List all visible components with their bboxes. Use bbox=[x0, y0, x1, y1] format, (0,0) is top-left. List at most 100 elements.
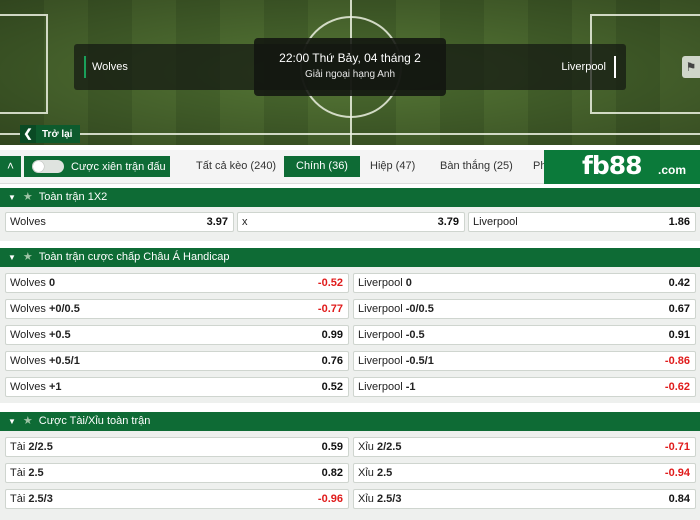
match-datetime: 22:00 Thứ Bảy, 04 tháng 2 bbox=[279, 51, 421, 65]
odds-value: 3.79 bbox=[437, 216, 459, 228]
odds-value: -0.62 bbox=[664, 381, 690, 393]
selection-line: 2.5/3 bbox=[28, 493, 53, 505]
selection-name: Xỉu 2/2.5 bbox=[358, 441, 401, 453]
selection-line: +0.5 bbox=[48, 329, 71, 341]
under-cell[interactable]: Xỉu 2/2.5 -0.71 bbox=[353, 437, 696, 457]
selection-line: -0/0.5 bbox=[405, 303, 434, 315]
selection-line: -0.5 bbox=[405, 329, 425, 341]
selection-line: +0/0.5 bbox=[48, 303, 80, 315]
selection-team: Wolves bbox=[10, 329, 46, 341]
under-cell[interactable]: Xỉu 2.5 -0.94 bbox=[353, 463, 696, 483]
handicap-home-cell[interactable]: Wolves +0.5 0.99 bbox=[5, 325, 349, 345]
selection-line: +0.5/1 bbox=[48, 355, 80, 367]
selection-team: Tài bbox=[10, 441, 26, 453]
selection-line: 0 bbox=[405, 277, 412, 289]
selection-line: 2.5 bbox=[28, 467, 44, 479]
selection-team: Liverpool bbox=[358, 355, 403, 367]
under-cell[interactable]: Xỉu 2.5/3 0.84 bbox=[353, 489, 696, 509]
odds-value: -0.52 bbox=[317, 277, 343, 289]
handicap-home-cell[interactable]: Wolves 0 -0.52 bbox=[5, 273, 349, 293]
handicap-home-cell[interactable]: Wolves +0.5/1 0.76 bbox=[5, 351, 349, 371]
pitch-touch-line bbox=[0, 133, 700, 135]
back-button[interactable]: ❮ Trở lại bbox=[20, 125, 81, 143]
selection-name: Xỉu 2.5 bbox=[358, 467, 392, 479]
over-cell[interactable]: Tài 2/2.5 0.59 bbox=[5, 437, 349, 457]
odds-value: -0.94 bbox=[664, 467, 690, 479]
selection-name: Liverpool -0.5 bbox=[358, 329, 425, 341]
odds-value: 0.52 bbox=[321, 381, 343, 393]
handicap-away-cell[interactable]: Liverpool 0 0.42 bbox=[353, 273, 696, 293]
match-info-box: 22:00 Thứ Bảy, 04 tháng 2 Giải ngoại hạn… bbox=[254, 38, 446, 96]
selection-name: Xỉu 2.5/3 bbox=[358, 493, 401, 505]
combo-bet-label: Cược xiên trận đấu bbox=[71, 160, 166, 173]
odds-value: 0.99 bbox=[321, 329, 343, 341]
section-title: Cược Tài/Xỉu toàn trận bbox=[38, 415, 151, 427]
selection-name: Wolves +0.5 bbox=[10, 329, 71, 341]
chevron-left-icon: ❮ bbox=[20, 125, 36, 143]
selection-team: Liverpool bbox=[358, 381, 403, 393]
home-team-name: Wolves bbox=[84, 56, 128, 78]
tab-all[interactable]: Tất cả kèo (240) bbox=[196, 156, 276, 177]
selection-team: Xỉu bbox=[358, 467, 374, 479]
handicap-away-cell[interactable]: Liverpool -0/0.5 0.67 bbox=[353, 299, 696, 319]
selection-line: +1 bbox=[48, 381, 62, 393]
selection-name: Liverpool -1 bbox=[358, 381, 415, 393]
handicap-home-cell[interactable]: Wolves +0/0.5 -0.77 bbox=[5, 299, 349, 319]
odds-value: 1.86 bbox=[668, 216, 690, 228]
pin-icon[interactable]: ⚑ bbox=[682, 56, 700, 78]
star-icon[interactable]: ★ bbox=[23, 191, 33, 203]
tab-goals[interactable]: Bàn thắng (25) bbox=[440, 156, 513, 177]
selection-line: 2.5/3 bbox=[376, 493, 402, 505]
odds-value: 0.76 bbox=[321, 355, 343, 367]
handicap-away-cell[interactable]: Liverpool -0.5/1 -0.86 bbox=[353, 351, 696, 371]
tab-half[interactable]: Hiệp (47) bbox=[370, 156, 415, 177]
selection-name: x bbox=[242, 216, 248, 228]
league-name: Giải ngoại hạng Anh bbox=[304, 69, 396, 80]
odds-cell-draw[interactable]: x 3.79 bbox=[237, 212, 465, 232]
selection-team: Wolves bbox=[10, 355, 46, 367]
collapse-all-button[interactable]: ˄ bbox=[0, 156, 21, 177]
section-header-handicap[interactable]: ▼ ★ Toàn trận cược chấp Châu Á Handicap bbox=[0, 248, 700, 267]
over-cell[interactable]: Tài 2.5/3 -0.96 bbox=[5, 489, 349, 509]
toggle-switch-icon[interactable] bbox=[32, 160, 64, 173]
selection-name: Liverpool bbox=[473, 216, 518, 228]
caret-down-icon: ▼ bbox=[8, 417, 16, 426]
star-icon[interactable]: ★ bbox=[23, 251, 33, 263]
selection-team: Liverpool bbox=[358, 277, 403, 289]
handicap-away-cell[interactable]: Liverpool -0.5 0.91 bbox=[353, 325, 696, 345]
selection-name: Tài 2.5/3 bbox=[10, 493, 53, 505]
selection-team: Xỉu bbox=[358, 441, 374, 453]
selection-team: Wolves bbox=[10, 277, 46, 289]
odds-value: -0.77 bbox=[317, 303, 343, 315]
caret-down-icon: ▼ bbox=[8, 193, 16, 202]
selection-name: Wolves +0/0.5 bbox=[10, 303, 80, 315]
selection-line: 2/2.5 bbox=[28, 441, 53, 453]
odds-cell-away[interactable]: Liverpool 1.86 bbox=[468, 212, 696, 232]
selection-line: 2/2.5 bbox=[376, 441, 402, 453]
logo-text: fb88 bbox=[582, 151, 643, 180]
selection-team: Xỉu bbox=[358, 493, 374, 505]
odds-value: 0.84 bbox=[668, 493, 690, 505]
over-cell[interactable]: Tài 2.5 0.82 bbox=[5, 463, 349, 483]
selection-team: Tài bbox=[10, 493, 26, 505]
handicap-away-cell[interactable]: Liverpool -1 -0.62 bbox=[353, 377, 696, 397]
section-header-1x2[interactable]: ▼ ★ Toàn trận 1X2 bbox=[0, 188, 700, 207]
selection-name: Liverpool -0/0.5 bbox=[358, 303, 434, 315]
odds-cell-home[interactable]: Wolves 3.97 bbox=[5, 212, 234, 232]
selection-team: Liverpool bbox=[358, 303, 403, 315]
odds-value: -0.86 bbox=[664, 355, 690, 367]
selection-team: Tài bbox=[10, 467, 26, 479]
selection-name: Tài 2.5 bbox=[10, 467, 44, 479]
combo-bet-toggle[interactable]: Cược xiên trận đấu bbox=[24, 156, 170, 177]
handicap-home-cell[interactable]: Wolves +1 0.52 bbox=[5, 377, 349, 397]
tab-main[interactable]: Chính (36) bbox=[284, 156, 360, 177]
selection-name: Wolves bbox=[10, 216, 46, 228]
section-header-over-under[interactable]: ▼ ★ Cược Tài/Xỉu toàn trận bbox=[0, 412, 700, 431]
away-team-name: Liverpool bbox=[561, 56, 616, 78]
back-button-label: Trở lại bbox=[42, 128, 73, 140]
star-icon[interactable]: ★ bbox=[23, 415, 33, 427]
selection-line: -1 bbox=[405, 381, 416, 393]
odds-value: 0.91 bbox=[668, 329, 690, 341]
selection-team: Wolves bbox=[10, 303, 46, 315]
selection-name: Wolves 0 bbox=[10, 277, 55, 289]
